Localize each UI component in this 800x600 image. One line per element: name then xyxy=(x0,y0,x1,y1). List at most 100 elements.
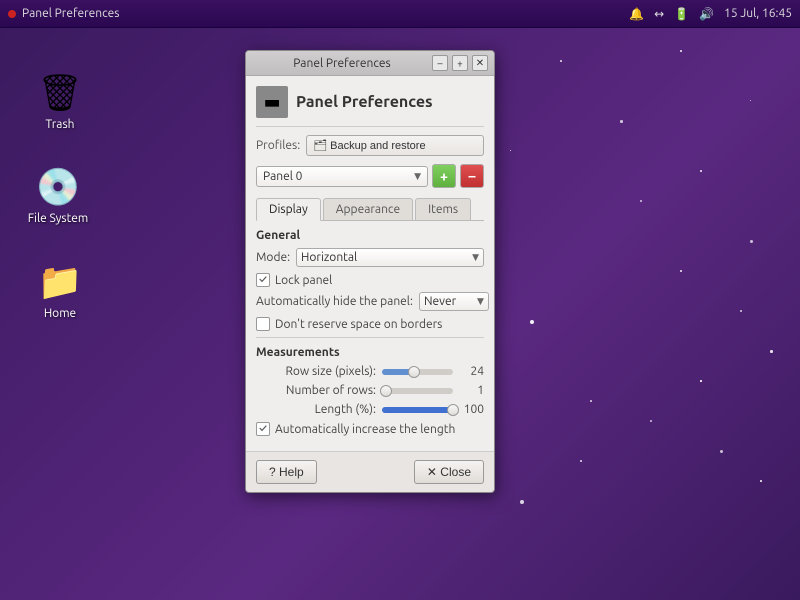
num-rows-row: Number of rows: 1 xyxy=(256,384,484,397)
minimize-button[interactable]: – xyxy=(432,55,448,71)
filesystem-label: File System xyxy=(28,212,89,225)
window-controls[interactable]: – + ✕ xyxy=(432,55,488,71)
profiles-label: Profiles: xyxy=(256,139,300,152)
taskbar: Panel Preferences 🔔 ↔ 🔋 🔊 15 Jul, 16:45 xyxy=(0,0,800,28)
star-2 xyxy=(620,120,623,123)
auto-hide-value: Never xyxy=(424,295,456,308)
taskbar-right: 🔔 ↔ 🔋 🔊 15 Jul, 16:45 xyxy=(629,7,792,21)
mode-chevron: ▼ xyxy=(472,252,479,263)
mode-row: Mode: Horizontal ▼ xyxy=(256,248,484,267)
panel-preferences-dialog: Panel Preferences – + ✕ ▬ Panel Preferen… xyxy=(245,50,495,493)
length-row: Length (%): 100 xyxy=(256,403,484,416)
dialog-header: ▬ Panel Preferences xyxy=(256,86,484,127)
row-size-label: Row size (pixels): xyxy=(256,365,376,378)
row-size-thumb[interactable] xyxy=(408,366,420,378)
mode-label: Mode: xyxy=(256,251,290,264)
dialog-footer: ? Help ✕ Close xyxy=(246,451,494,492)
star-9 xyxy=(700,380,702,382)
volume-icon: 🔊 xyxy=(699,7,714,21)
bell-icon: 🔔 xyxy=(629,7,644,21)
measurements-section: Measurements Row size (pixels): 24 Numbe… xyxy=(256,346,484,436)
lock-panel-checkbox[interactable] xyxy=(256,273,270,287)
auto-length-label: Automatically increase the length xyxy=(275,423,455,436)
trash-label: Trash xyxy=(45,118,74,131)
reserve-space-checkbox[interactable] xyxy=(256,317,270,331)
lock-panel-row: Lock panel xyxy=(256,273,484,287)
star-10 xyxy=(650,420,652,422)
star-8 xyxy=(770,350,773,353)
num-rows-label: Number of rows: xyxy=(256,384,376,397)
close-button[interactable]: ✕ Close xyxy=(414,460,484,484)
star-7 xyxy=(740,310,742,312)
auto-hide-chevron: ▼ xyxy=(477,296,484,307)
star-11 xyxy=(720,450,723,453)
panel-dropdown-value: Panel 0 xyxy=(263,170,302,183)
panel-dropdown-chevron: ▼ xyxy=(414,171,421,182)
reserve-space-row: Don't reserve space on borders xyxy=(256,317,484,331)
auto-hide-row: Automatically hide the panel: Never ▼ xyxy=(256,292,484,311)
dialog-titlebar: Panel Preferences – + ✕ xyxy=(246,51,494,76)
network-icon: ↔ xyxy=(654,7,664,21)
star-14 xyxy=(530,320,534,324)
star-1 xyxy=(560,60,562,62)
length-track[interactable] xyxy=(382,407,453,413)
battery-icon: 🔋 xyxy=(674,7,689,21)
star-15 xyxy=(510,150,511,151)
num-rows-track[interactable] xyxy=(382,388,453,394)
header-icon: ▬ xyxy=(256,86,288,118)
tab-display[interactable]: Display xyxy=(256,198,321,221)
auto-hide-dropdown[interactable]: Never ▼ xyxy=(419,292,489,311)
general-section-title: General xyxy=(256,229,484,242)
panel-dropdown[interactable]: Panel 0 ▼ xyxy=(256,166,428,187)
filesystem-icon: 💿 xyxy=(34,162,82,210)
star-12 xyxy=(760,480,762,482)
reserve-space-label: Don't reserve space on borders xyxy=(275,318,442,331)
panel-selector-row: Panel 0 ▼ + – xyxy=(256,164,484,188)
section-separator xyxy=(256,337,484,338)
auto-length-row: Automatically increase the length xyxy=(256,422,484,436)
add-panel-button[interactable]: + xyxy=(432,164,456,188)
desktop-icon-filesystem[interactable]: 💿 File System xyxy=(18,158,98,229)
close-window-button[interactable]: ✕ xyxy=(472,55,488,71)
num-rows-value: 1 xyxy=(459,384,484,397)
row-size-row: Row size (pixels): 24 xyxy=(256,365,484,378)
tab-appearance[interactable]: Appearance xyxy=(323,198,413,220)
length-thumb[interactable] xyxy=(447,404,459,416)
backup-restore-button[interactable]: 🗂 Backup and restore xyxy=(306,135,484,156)
star-5 xyxy=(750,240,753,243)
star-18 xyxy=(680,50,682,52)
auto-length-checkbox[interactable] xyxy=(256,422,270,436)
dialog-title: Panel Preferences xyxy=(252,57,432,70)
profiles-row: Profiles: 🗂 Backup and restore xyxy=(256,135,484,156)
maximize-button[interactable]: + xyxy=(452,55,468,71)
general-section: General Mode: Horizontal ▼ Lock panel Au… xyxy=(256,229,484,331)
mode-value: Horizontal xyxy=(301,251,357,264)
measurements-section-title: Measurements xyxy=(256,346,484,359)
panel-icon: ▬ xyxy=(263,92,280,113)
star-17 xyxy=(750,100,751,101)
mode-dropdown[interactable]: Horizontal ▼ xyxy=(296,248,484,267)
auto-hide-label: Automatically hide the panel: xyxy=(256,295,413,308)
length-fill xyxy=(382,407,453,413)
taskbar-left: Panel Preferences xyxy=(8,7,120,20)
lock-panel-label: Lock panel xyxy=(275,274,332,287)
tab-items[interactable]: Items xyxy=(415,198,471,220)
dialog-body: ▬ Panel Preferences Profiles: 🗂 Backup a… xyxy=(246,76,494,451)
length-value: 100 xyxy=(459,403,484,416)
help-button[interactable]: ? Help xyxy=(256,460,317,484)
remove-panel-button[interactable]: – xyxy=(460,164,484,188)
dialog-header-title: Panel Preferences xyxy=(296,93,433,111)
star-6 xyxy=(680,270,682,272)
desktop-icon-home[interactable]: 📁 Home xyxy=(20,253,100,324)
row-size-track[interactable] xyxy=(382,369,453,375)
desktop-icon-trash[interactable]: 🗑 Trash xyxy=(20,64,100,135)
star-16 xyxy=(590,400,592,402)
clock: 15 Jul, 16:45 xyxy=(724,7,792,20)
num-rows-thumb[interactable] xyxy=(380,385,392,397)
home-label: Home xyxy=(44,307,76,320)
row-size-value: 24 xyxy=(459,365,484,378)
tab-bar: Display Appearance Items xyxy=(256,198,484,221)
star-3 xyxy=(700,170,702,172)
star-4 xyxy=(640,200,642,202)
length-label: Length (%): xyxy=(256,403,376,416)
